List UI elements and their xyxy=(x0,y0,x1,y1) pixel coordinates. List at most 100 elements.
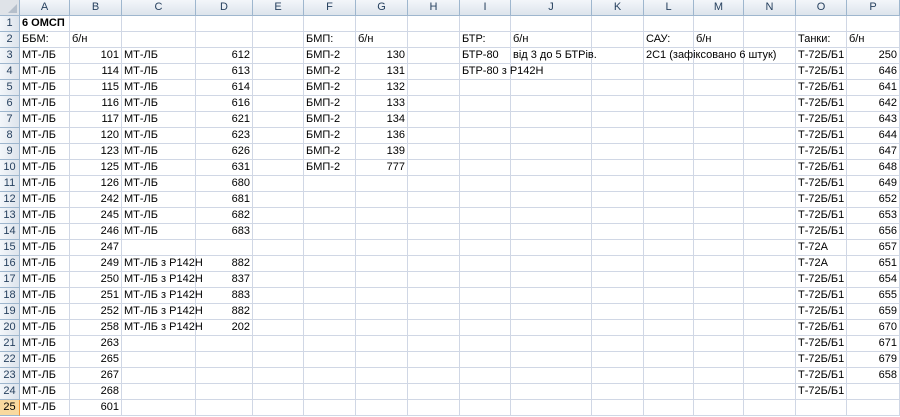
cell-j1[interactable] xyxy=(511,16,592,32)
cell-p4[interactable]: 646 xyxy=(847,64,900,80)
cell-n15[interactable] xyxy=(744,240,796,256)
cell-h21[interactable] xyxy=(408,336,460,352)
cell-h16[interactable] xyxy=(408,256,460,272)
cell-k1[interactable] xyxy=(592,16,644,32)
cell-i1[interactable] xyxy=(460,16,511,32)
cell-p7[interactable]: 643 xyxy=(847,112,900,128)
cell-n8[interactable] xyxy=(744,128,796,144)
cell-o6[interactable]: Т-72Б/Б1 xyxy=(796,96,847,112)
cell-f14[interactable] xyxy=(304,224,356,240)
cell-m21[interactable] xyxy=(694,336,744,352)
cell-o17[interactable]: Т-72Б/Б1 xyxy=(796,272,847,288)
cell-e13[interactable] xyxy=(253,208,304,224)
cell-a6[interactable]: МТ-ЛБ xyxy=(20,96,70,112)
cell-a20[interactable]: МТ-ЛБ xyxy=(20,320,70,336)
cell-k18[interactable] xyxy=(592,288,644,304)
cell-l8[interactable] xyxy=(644,128,694,144)
cell-l19[interactable] xyxy=(644,304,694,320)
cell-a19[interactable]: МТ-ЛБ xyxy=(20,304,70,320)
cell-e15[interactable] xyxy=(253,240,304,256)
cell-i16[interactable] xyxy=(460,256,511,272)
cell-h13[interactable] xyxy=(408,208,460,224)
cell-g10[interactable]: 777 xyxy=(356,160,408,176)
cell-k11[interactable] xyxy=(592,176,644,192)
row-header[interactable]: 13 xyxy=(0,208,20,224)
cell-k4[interactable] xyxy=(592,64,644,80)
cell-b24[interactable]: 268 xyxy=(70,384,122,400)
cell-p15[interactable]: 657 xyxy=(847,240,900,256)
cell-c5[interactable]: МТ-ЛБ xyxy=(122,80,196,96)
cell-l16[interactable] xyxy=(644,256,694,272)
cell-j22[interactable] xyxy=(511,352,592,368)
cell-a7[interactable]: МТ-ЛБ xyxy=(20,112,70,128)
cell-j13[interactable] xyxy=(511,208,592,224)
row-header[interactable]: 16 xyxy=(0,256,20,272)
cell-g20[interactable] xyxy=(356,320,408,336)
cell-i7[interactable] xyxy=(460,112,511,128)
cell-a9[interactable]: МТ-ЛБ xyxy=(20,144,70,160)
cell-o3[interactable]: Т-72Б/Б1 xyxy=(796,48,847,64)
cell-n14[interactable] xyxy=(744,224,796,240)
cell-n16[interactable] xyxy=(744,256,796,272)
cell-p8[interactable]: 644 xyxy=(847,128,900,144)
cell-i23[interactable] xyxy=(460,368,511,384)
cell-j16[interactable] xyxy=(511,256,592,272)
cell-l24[interactable] xyxy=(644,384,694,400)
cell-f16[interactable] xyxy=(304,256,356,272)
cell-m7[interactable] xyxy=(694,112,744,128)
cell-b10[interactable]: 125 xyxy=(70,160,122,176)
cell-l14[interactable] xyxy=(644,224,694,240)
cell-b8[interactable]: 120 xyxy=(70,128,122,144)
cell-i22[interactable] xyxy=(460,352,511,368)
cell-j9[interactable] xyxy=(511,144,592,160)
cell-a15[interactable]: МТ-ЛБ xyxy=(20,240,70,256)
cell-l9[interactable] xyxy=(644,144,694,160)
cell-h4[interactable] xyxy=(408,64,460,80)
cell-c24[interactable] xyxy=(122,384,196,400)
cell-a23[interactable]: МТ-ЛБ xyxy=(20,368,70,384)
cell-h2[interactable] xyxy=(408,32,460,48)
cell-b22[interactable]: 265 xyxy=(70,352,122,368)
column-header-e[interactable]: E xyxy=(253,0,304,16)
cell-e11[interactable] xyxy=(253,176,304,192)
cell-d8[interactable]: 623 xyxy=(196,128,253,144)
cell-e10[interactable] xyxy=(253,160,304,176)
cell-g23[interactable] xyxy=(356,368,408,384)
cell-p18[interactable]: 655 xyxy=(847,288,900,304)
cell-l1[interactable] xyxy=(644,16,694,32)
cell-i15[interactable] xyxy=(460,240,511,256)
cell-c17[interactable]: МТ-ЛБ з Р142Н xyxy=(122,272,203,288)
cell-h7[interactable] xyxy=(408,112,460,128)
cell-c12[interactable]: МТ-ЛБ xyxy=(122,192,196,208)
cell-k3[interactable] xyxy=(592,48,644,64)
cell-n1[interactable] xyxy=(744,16,796,32)
cell-e1[interactable] xyxy=(253,16,304,32)
cell-o14[interactable]: Т-72Б/Б1 xyxy=(796,224,847,240)
cell-k9[interactable] xyxy=(592,144,644,160)
cell-c20[interactable]: МТ-ЛБ з Р142Н xyxy=(122,320,203,336)
cell-n22[interactable] xyxy=(744,352,796,368)
cell-m22[interactable] xyxy=(694,352,744,368)
cell-i14[interactable] xyxy=(460,224,511,240)
cell-a1[interactable]: 6 ОМСП xyxy=(20,16,70,32)
cell-l23[interactable] xyxy=(644,368,694,384)
cell-h14[interactable] xyxy=(408,224,460,240)
cell-l4[interactable] xyxy=(644,64,694,80)
column-header-d[interactable]: D xyxy=(196,0,253,16)
cell-f19[interactable] xyxy=(304,304,356,320)
cell-l20[interactable] xyxy=(644,320,694,336)
cell-e4[interactable] xyxy=(253,64,304,80)
cell-o4[interactable]: Т-72Б/Б1 xyxy=(796,64,847,80)
cell-f18[interactable] xyxy=(304,288,356,304)
cell-d13[interactable]: 682 xyxy=(196,208,253,224)
cell-a21[interactable]: МТ-ЛБ xyxy=(20,336,70,352)
cell-g22[interactable] xyxy=(356,352,408,368)
cell-o11[interactable]: Т-72Б/Б1 xyxy=(796,176,847,192)
cell-a3[interactable]: МТ-ЛБ xyxy=(20,48,70,64)
cell-e18[interactable] xyxy=(253,288,304,304)
cell-a18[interactable]: МТ-ЛБ xyxy=(20,288,70,304)
cell-b1[interactable] xyxy=(70,16,122,32)
cell-n9[interactable] xyxy=(744,144,796,160)
cell-d23[interactable] xyxy=(196,368,253,384)
cell-k23[interactable] xyxy=(592,368,644,384)
